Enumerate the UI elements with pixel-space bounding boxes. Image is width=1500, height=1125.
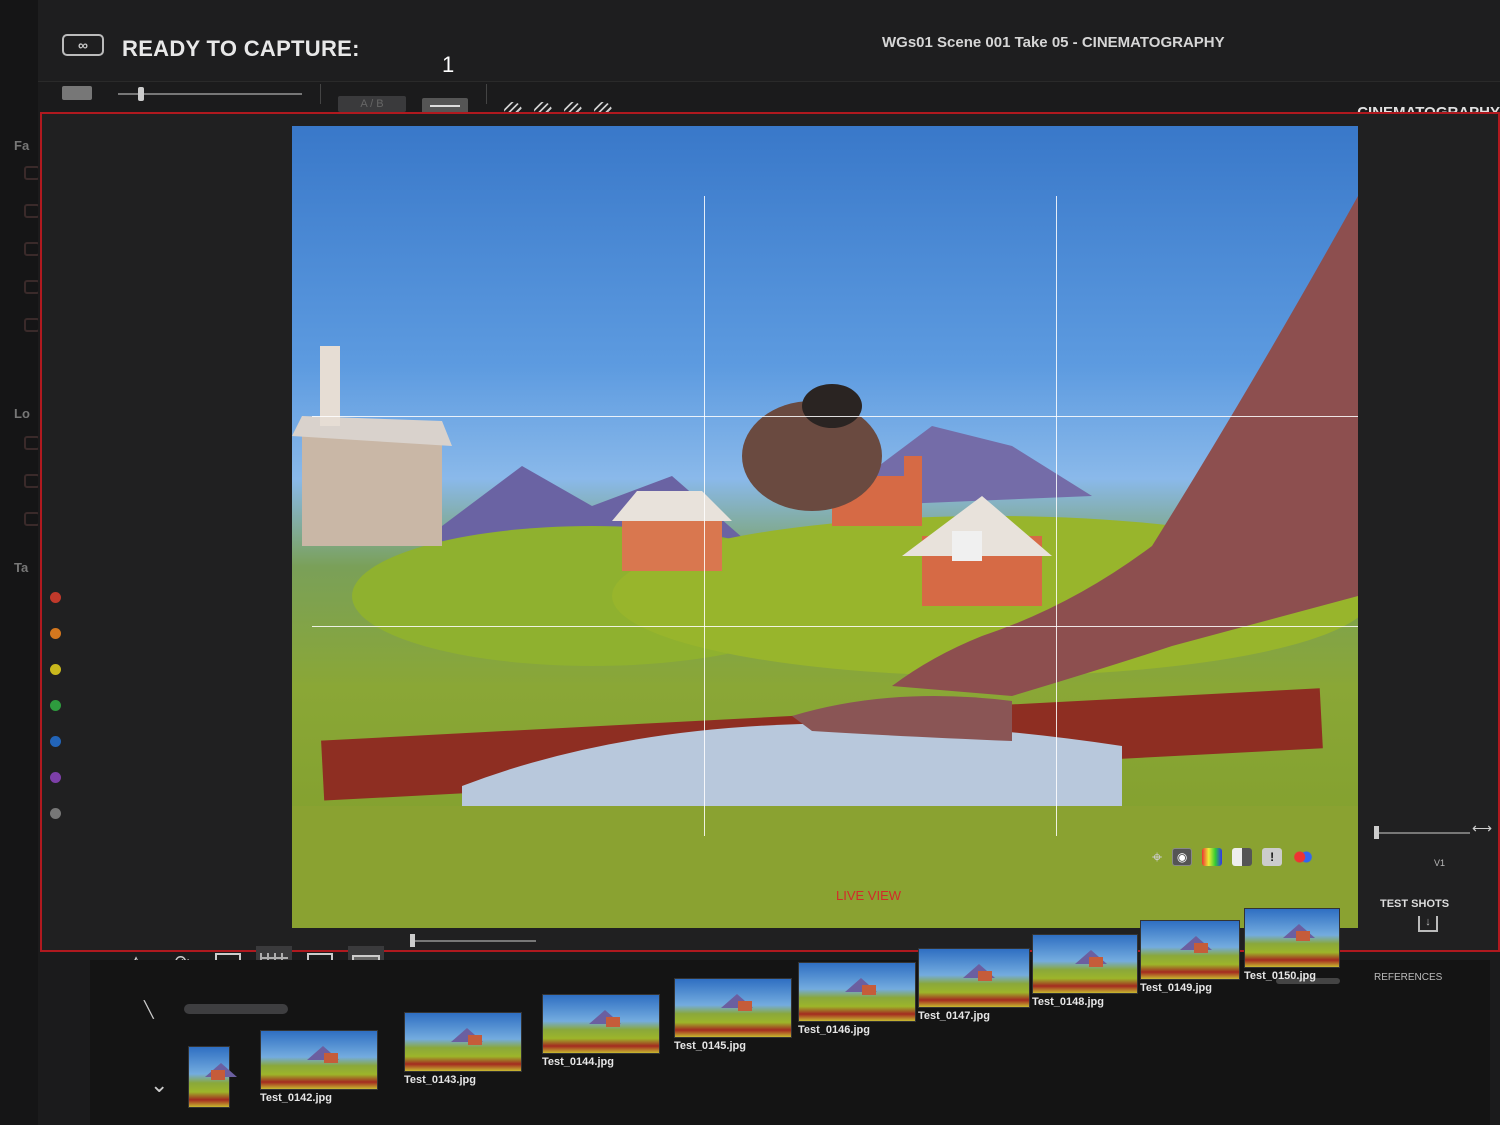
thumbnail-filename: Test_0146.jpg xyxy=(798,1024,870,1036)
live-view-label: LIVE VIEW xyxy=(836,888,902,903)
top-bar: ∞ READY TO CAPTURE: 1 WGs01 Scene 001 Ta… xyxy=(38,0,1500,82)
thumbnail-filename: Test_0144.jpg xyxy=(542,1056,614,1068)
thumbnail-filename: Test_0147.jpg xyxy=(918,1010,990,1022)
thumbnail-filename: Test_0149.jpg xyxy=(1140,982,1212,994)
camera-icon[interactable]: ◉ xyxy=(1172,848,1193,866)
thumbnail-image xyxy=(918,948,1030,1008)
thumbnail-size-slider[interactable] xyxy=(410,934,536,947)
opacity-slider[interactable] xyxy=(118,87,302,101)
version-label: V1 xyxy=(1434,858,1446,868)
thumbnail-image xyxy=(260,1030,378,1090)
slider-knob[interactable] xyxy=(138,87,144,101)
slider-knob[interactable] xyxy=(1374,826,1379,839)
app-sidebar: Fa Lo Ta xyxy=(0,0,42,1125)
thumbnail-image xyxy=(798,962,916,1022)
sidebar-section-tags: Ta xyxy=(14,560,29,575)
live-view-image[interactable] xyxy=(292,126,1358,928)
sidebar-section-locations: Lo xyxy=(14,406,30,421)
thumbnail[interactable]: Test_0149.jpg xyxy=(1140,920,1240,994)
black-white-icon[interactable] xyxy=(1232,848,1253,866)
thumbnail-image xyxy=(1244,908,1340,968)
zoom-slider[interactable] xyxy=(1374,826,1470,839)
thumbnail[interactable]: Test_0146.jpg xyxy=(798,962,916,1036)
infinity-icon: ∞ xyxy=(62,34,104,56)
thumbnail[interactable]: Test_0143.jpg xyxy=(404,1012,522,1086)
sidebar-section-favorites: Fa xyxy=(14,138,30,153)
color-view-icon[interactable] xyxy=(1202,848,1223,866)
crosshair-icon[interactable]: ⌖ xyxy=(1152,847,1162,868)
thumbnail-partial[interactable] xyxy=(188,1046,237,1108)
toolbar-divider xyxy=(486,84,487,104)
grid-line-horizontal xyxy=(312,416,1358,417)
thumbnail[interactable]: Test_0142.jpg xyxy=(260,1030,378,1104)
monitor-icon[interactable] xyxy=(62,86,92,100)
viewer-toolbar: A / B xyxy=(38,82,1500,120)
exposure-warning-icon[interactable]: ! xyxy=(1262,848,1283,866)
references-label: REFERENCES xyxy=(1374,972,1443,983)
thumbnail[interactable]: Test_0147.jpg xyxy=(918,948,1030,1022)
toolbar-divider xyxy=(320,84,321,104)
test-shots-label: TEST SHOTS xyxy=(1380,898,1450,910)
thumbnail-filename: Test_0148.jpg xyxy=(1032,996,1104,1008)
thumbnail-image xyxy=(1032,934,1138,994)
slider-knob[interactable] xyxy=(410,934,415,947)
ready-to-capture-label: READY TO CAPTURE: xyxy=(122,36,360,61)
tray-download-icon[interactable]: ↓ xyxy=(1418,916,1438,932)
viewer-tools: ⌖ ◉ ! xyxy=(1152,846,1315,868)
dragonframe-window: ∞ READY TO CAPTURE: 1 WGs01 Scene 001 Ta… xyxy=(38,0,1500,1125)
thumbnail-image xyxy=(1140,920,1240,980)
thumbnail-image xyxy=(404,1012,522,1072)
thumbnail[interactable]: Test_0144.jpg xyxy=(542,994,660,1068)
rgb-channels-icon[interactable] xyxy=(1292,850,1315,864)
thumbnail[interactable]: Test_0145.jpg xyxy=(674,978,792,1052)
grid-line-vertical xyxy=(704,196,705,836)
frame-count: 1 xyxy=(442,52,455,77)
scene-illustration xyxy=(292,196,1358,928)
filmstrip-scrollbar[interactable] xyxy=(184,1004,288,1014)
thumbnail-filename: Test_0143.jpg xyxy=(404,1074,476,1086)
fit-width-icon[interactable]: ⟷ xyxy=(1472,820,1492,837)
thumbnail-image xyxy=(674,978,792,1038)
chevron-down-icon[interactable]: ⌄ xyxy=(150,1072,168,1098)
take-title: WGs01 Scene 001 Take 05 - CINEMATOGRAPHY xyxy=(882,34,1225,51)
thumbnail-filename: Test_0150.jpg xyxy=(1244,970,1316,982)
viewer-frame: ⌖ ◉ ! ⟷ V1 LIVE VIEW xyxy=(40,112,1500,952)
grid-line-vertical xyxy=(1056,196,1057,836)
thumbnail[interactable]: Test_0148.jpg xyxy=(1032,934,1138,1008)
thumbnail-image xyxy=(188,1046,237,1108)
thumbnail-filename: Test_0145.jpg xyxy=(674,1040,746,1052)
thumbnail-image xyxy=(542,994,660,1054)
thumbnail-filename: Test_0142.jpg xyxy=(260,1092,332,1104)
chevron-up-icon[interactable]: ╲ xyxy=(144,1000,154,1020)
grid-line-horizontal xyxy=(312,626,1358,627)
thumbnail[interactable]: Test_0150.jpg xyxy=(1244,908,1340,982)
ab-toggle-button[interactable]: A / B xyxy=(338,96,406,112)
